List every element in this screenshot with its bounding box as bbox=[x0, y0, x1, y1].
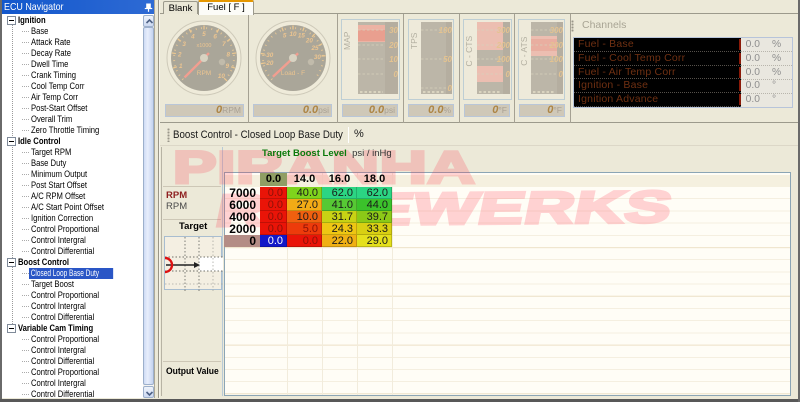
svg-text:5: 5 bbox=[283, 32, 287, 39]
svg-text:8: 8 bbox=[226, 52, 230, 59]
svg-text:0: 0 bbox=[394, 70, 399, 79]
svg-text:100: 100 bbox=[439, 26, 453, 35]
svg-text:300: 300 bbox=[497, 26, 511, 35]
svg-text:30: 30 bbox=[389, 26, 398, 35]
svg-text:7: 7 bbox=[222, 41, 226, 48]
svg-text:MAP: MAP bbox=[342, 31, 352, 50]
svg-text:RPM: RPM bbox=[197, 70, 211, 77]
svg-text:6: 6 bbox=[213, 34, 217, 41]
svg-text:0: 0 bbox=[448, 84, 453, 93]
svg-text:5: 5 bbox=[202, 31, 206, 38]
svg-text:10: 10 bbox=[289, 31, 297, 38]
svg-text:-30: -30 bbox=[264, 52, 274, 59]
svg-text:100: 100 bbox=[497, 55, 511, 64]
svg-text:x1000: x1000 bbox=[197, 43, 212, 49]
svg-text:TPS: TPS bbox=[409, 32, 419, 49]
svg-text:-20: -20 bbox=[264, 60, 274, 67]
svg-text:25: 25 bbox=[311, 45, 320, 52]
svg-text:200: 200 bbox=[549, 41, 564, 50]
svg-text:4: 4 bbox=[190, 34, 195, 41]
svg-text:3: 3 bbox=[182, 41, 186, 48]
svg-text:1: 1 bbox=[179, 63, 183, 70]
svg-text:200: 200 bbox=[496, 41, 511, 50]
svg-text:50: 50 bbox=[443, 55, 452, 64]
svg-text:C - ATS: C - ATS bbox=[519, 36, 529, 65]
svg-text:2: 2 bbox=[177, 52, 182, 59]
svg-text:15: 15 bbox=[298, 32, 306, 39]
svg-text:0: 0 bbox=[559, 70, 564, 79]
svg-text:30: 30 bbox=[314, 54, 322, 61]
svg-text:0: 0 bbox=[506, 70, 511, 79]
svg-text:9: 9 bbox=[226, 63, 230, 70]
svg-text:10: 10 bbox=[389, 55, 398, 64]
svg-text:20: 20 bbox=[305, 37, 314, 44]
svg-text:Load - F: Load - F bbox=[281, 70, 305, 77]
svg-text:100: 100 bbox=[550, 55, 564, 64]
svg-text:C - CTS: C - CTS bbox=[464, 36, 474, 67]
svg-text:20: 20 bbox=[388, 41, 398, 50]
svg-text:10: 10 bbox=[218, 73, 226, 80]
svg-text:300: 300 bbox=[550, 26, 564, 35]
